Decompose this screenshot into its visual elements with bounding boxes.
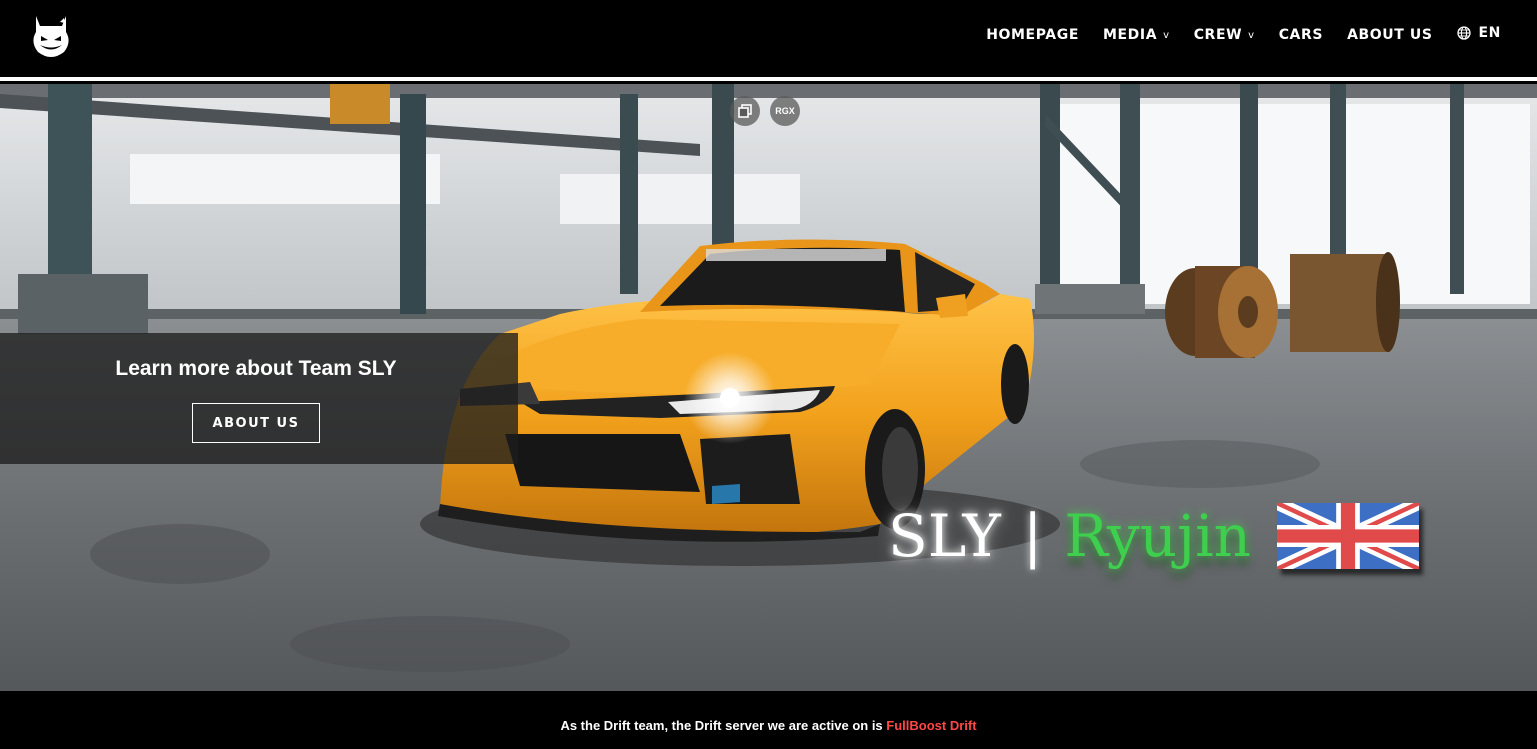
chevron-down-icon: v bbox=[1163, 29, 1170, 41]
about-us-button[interactable]: ABOUT US bbox=[192, 403, 320, 443]
nav-item-label: HOMEPAGE bbox=[986, 27, 1079, 43]
nav-item-crew[interactable]: CREW v bbox=[1194, 27, 1255, 43]
fullboost-drift-link[interactable]: FullBoost Drift bbox=[886, 718, 976, 733]
copy-glyph-icon bbox=[738, 104, 752, 118]
nav-item-cars[interactable]: CARS bbox=[1279, 27, 1323, 43]
caption-team: SLY bbox=[888, 502, 1001, 570]
main-menu: HOMEPAGE MEDIA v CREW v CARS ABOUT US EN bbox=[962, 25, 1501, 43]
nav-item-label: ABOUT US bbox=[1347, 27, 1433, 43]
hero-video[interactable]: RGX Learn more about Team SLY ABOUT US S… bbox=[0, 84, 1537, 691]
globe-icon bbox=[1456, 26, 1471, 40]
media-controls: RGX bbox=[730, 96, 800, 126]
caption-separator: | bbox=[1022, 502, 1043, 570]
nav-item-media[interactable]: MEDIA v bbox=[1103, 27, 1170, 43]
footer-bar: As the Drift team, the Drift server we a… bbox=[0, 691, 1537, 749]
chevron-down-icon: v bbox=[1248, 29, 1255, 41]
caption-driver: Ryujin bbox=[1064, 502, 1252, 570]
nav-item-label: CARS bbox=[1278, 27, 1324, 43]
copy-icon[interactable] bbox=[730, 96, 760, 126]
promo-title: Learn more about Team SLY bbox=[115, 357, 397, 380]
footer-text: As the Drift team, the Drift server we a… bbox=[560, 718, 887, 733]
language-label: EN bbox=[1478, 25, 1501, 41]
nav-item-label: MEDIA bbox=[1102, 27, 1158, 43]
language-selector[interactable]: EN bbox=[1456, 25, 1501, 41]
nav-item-homepage[interactable]: HOMEPAGE bbox=[986, 27, 1079, 43]
top-navigation: HOMEPAGE MEDIA v CREW v CARS ABOUT US EN bbox=[0, 0, 1537, 77]
nav-item-label: CREW bbox=[1193, 27, 1243, 43]
team-logo-icon[interactable] bbox=[30, 14, 72, 60]
nav-item-about-us[interactable]: ABOUT US bbox=[1347, 27, 1432, 43]
rgx-button[interactable]: RGX bbox=[770, 96, 800, 126]
driver-caption: SLY | Ryujin bbox=[888, 502, 1420, 570]
about-promo-panel: Learn more about Team SLY ABOUT US bbox=[0, 333, 518, 464]
uk-flag-icon bbox=[1277, 503, 1420, 569]
